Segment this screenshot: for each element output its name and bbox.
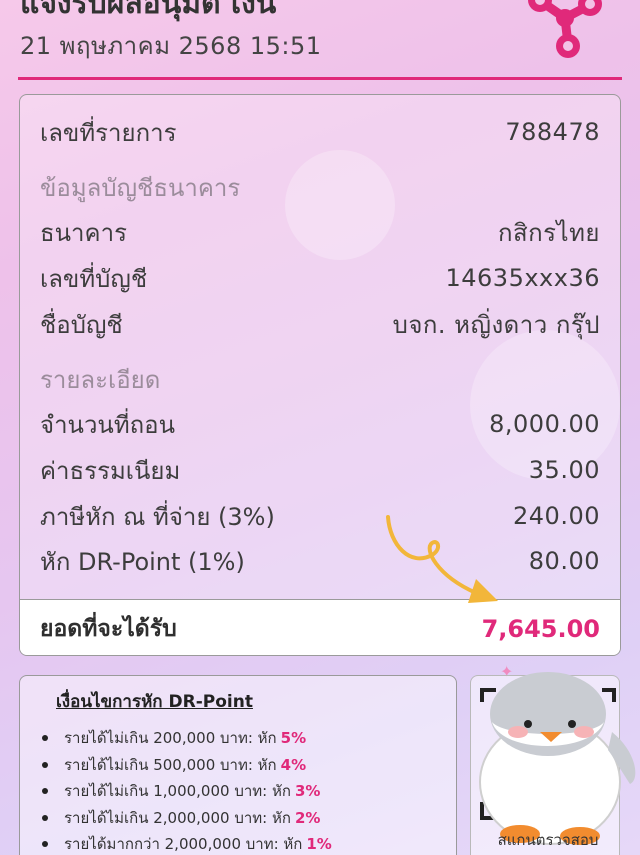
brand-logo-icon [528,0,602,58]
bullet-icon [42,761,48,768]
row-label: ภาษีหัก ณ ที่จ่าย (3%) [40,502,275,531]
total-label: ยอดที่จะได้รับ [40,615,177,642]
section-details: รายละเอียด [40,359,600,399]
row-label: ค่าธรรมเนียม [40,456,181,485]
header-divider [18,77,622,80]
row-label: ธนาคาร [40,218,127,247]
bullet-icon [42,841,48,848]
section-label: ข้อมูลบัญชีธนาคาร [40,173,241,202]
row-value: 788478 [505,118,600,146]
row-bank: ธนาคาร กสิกรไทย [40,212,600,252]
row-label: เลขที่บัญชี [40,264,148,293]
receipt-card: เลขที่รายการ 788478 ข้อมูลบัญชีธนาคาร ธน… [19,94,621,656]
condition-pct: 3% [294,782,321,801]
row-transaction-no: เลขที่รายการ 788478 [40,112,600,152]
condition-text: รายได้ไม่เกิน 200,000 บาท: หัก [64,729,277,748]
condition-pct: 2% [294,808,321,827]
datetime-text: 21 พฤษภาคม 2568 15:51 [20,32,322,60]
row-label: ชื่อบัญชี [40,310,123,339]
row-account-no: เลขที่บัญชี 14635xxx36 [40,258,600,298]
condition-text: รายได้ไม่เกิน 500,000 บาท: หัก [64,755,277,774]
condition-item: รายได้มากกว่า 2,000,000 บาท: หัก 1% [38,831,438,855]
section-label: รายละเอียด [40,365,161,394]
row-fee: ค่าธรรมเนียม 35.00 [40,450,600,490]
total-row: ยอดที่จะได้รับ 7,645.00 [20,599,620,655]
row-value: 8,000.00 [489,410,600,438]
condition-text: รายได้มากกว่า 2,000,000 บาท: หัก [64,835,303,854]
condition-text: รายได้ไม่เกิน 2,000,000 บาท: หัก [64,808,291,827]
conditions-card: เงื่อนไขการหัก DR-Point รายได้ไม่เกิน 20… [19,675,457,855]
condition-item: รายได้ไม่เกิน 200,000 บาท: หัก 5% [38,725,438,752]
row-dr-point: หัก DR-Point (1%) 80.00 [40,541,600,581]
bullet-icon [42,788,48,795]
arrow-doodle-icon [386,515,498,603]
row-label: จำนวนที่ถอน [40,410,175,439]
row-label: หัก DR-Point (1%) [40,547,245,576]
row-label: เลขที่รายการ [40,118,177,147]
row-value: 240.00 [513,502,600,530]
condition-item: รายได้ไม่เกิน 1,000,000 บาท: หัก 3% [38,778,438,805]
section-bank-info: ข้อมูลบัญชีธนาคาร [40,167,600,207]
condition-pct: 5% [280,729,307,748]
total-amount: 7,645.00 [481,614,600,643]
row-value: บจก. หญิ่งดาว กรุ๊ป [392,310,600,339]
row-value: 80.00 [528,547,600,575]
penguin-sticker-icon [479,672,636,845]
row-value: กสิกรไทย [497,218,600,247]
conditions-list: รายได้ไม่เกิน 200,000 บาท: หัก 5% รายได้ไ… [38,725,438,855]
row-withdraw-amount: จำนวนที่ถอน 8,000.00 [40,404,600,444]
row-value: 35.00 [528,456,600,484]
condition-pct: 1% [306,835,332,854]
qr-scan-label: สแกนตรวจสอบ [497,831,599,849]
page-title: แจ้งรับผลอนุมัติ เงิน [20,0,277,21]
conditions-title: เงื่อนไขการหัก DR-Point [56,692,253,712]
row-value: 14635xxx36 [445,264,600,292]
bullet-icon [42,814,48,821]
row-account-name: ชื่อบัญชี บจก. หญิ่งดาว กรุ๊ป [40,304,600,344]
condition-pct: 4% [280,755,307,774]
condition-item: รายได้ไม่เกิน 500,000 บาท: หัก 4% [38,752,438,779]
row-withholding-tax: ภาษีหัก ณ ที่จ่าย (3%) 240.00 [40,496,600,536]
condition-item: รายได้ไม่เกิน 2,000,000 บาท: หัก 2% [38,805,438,832]
bullet-icon [42,735,48,742]
condition-text: รายได้ไม่เกิน 1,000,000 บาท: หัก [64,782,291,801]
